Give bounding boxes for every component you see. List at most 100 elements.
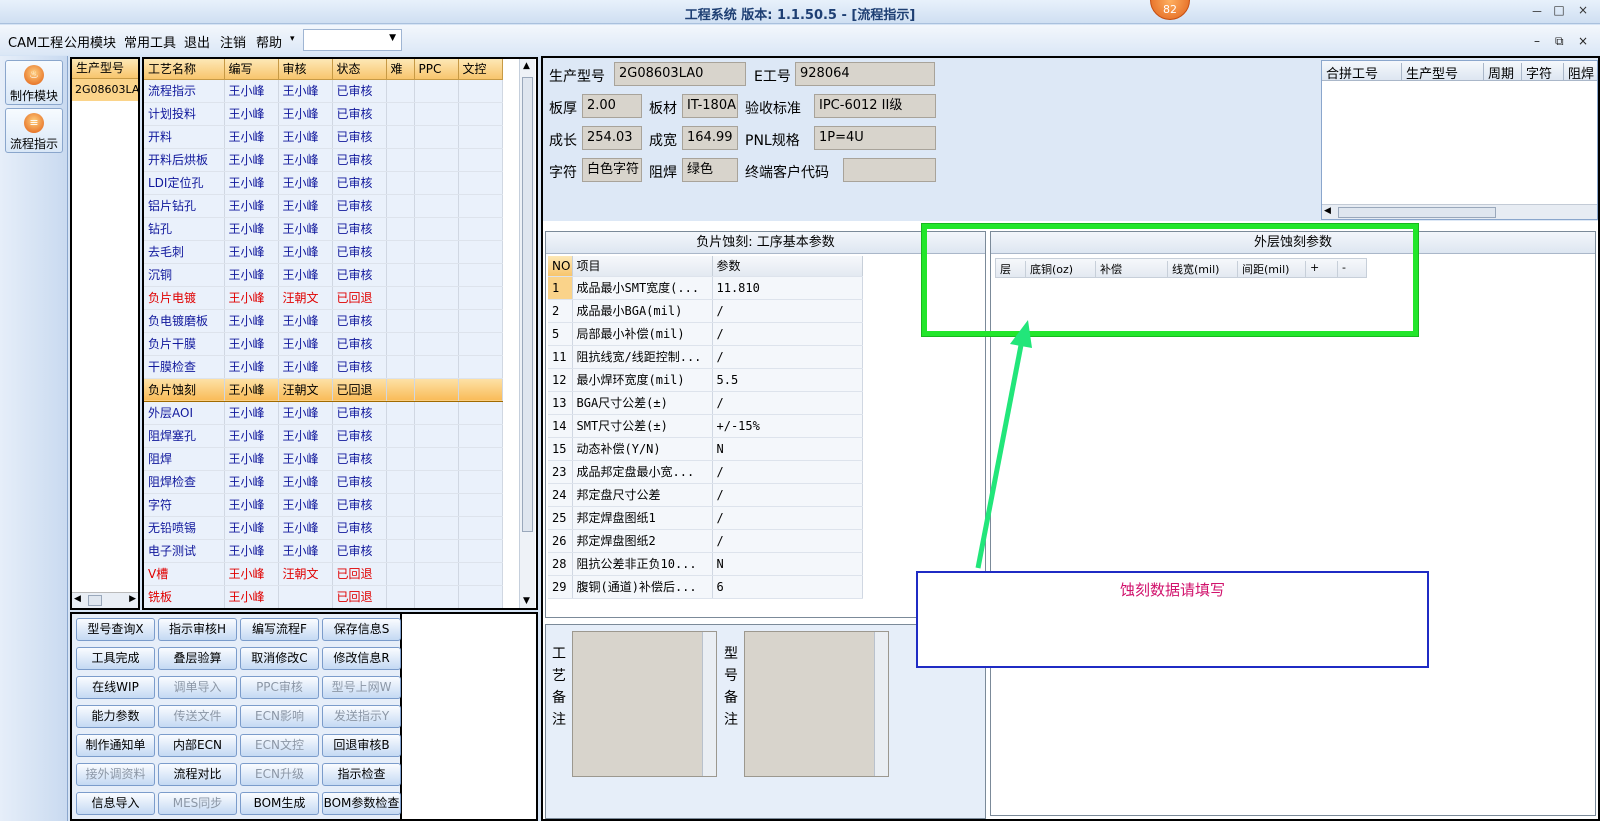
table-cell[interactable]: 1 bbox=[548, 276, 573, 300]
function-button[interactable]: ECN升级 bbox=[240, 763, 319, 786]
param-row[interactable]: 23 成品邦定盘最小宽... / bbox=[548, 460, 863, 484]
column-header[interactable]: NO bbox=[548, 256, 573, 277]
table-cell[interactable]: 12 bbox=[548, 368, 573, 392]
table-cell[interactable] bbox=[414, 332, 459, 356]
process-note-textarea[interactable] bbox=[572, 631, 717, 777]
table-cell[interactable] bbox=[386, 309, 415, 333]
table-cell[interactable]: 阻抗公差非正负10... bbox=[572, 552, 713, 576]
table-cell[interactable]: 王小峰 bbox=[224, 401, 279, 425]
table-cell[interactable]: 开料后烘板 bbox=[144, 148, 225, 172]
process-row[interactable]: 铣板 王小峰 已回退 bbox=[144, 585, 503, 608]
table-cell[interactable] bbox=[458, 539, 503, 563]
sidebar-item-make-module[interactable]: ♨ 制作模块 bbox=[5, 60, 63, 105]
table-cell[interactable]: 邦定焊盘图纸2 bbox=[572, 529, 713, 553]
table-cell[interactable]: 汪朝文 bbox=[278, 286, 333, 310]
thickness-field[interactable]: 2.00 bbox=[582, 94, 642, 118]
function-button[interactable]: 修改信息R bbox=[322, 647, 401, 670]
function-button[interactable]: 型号上网W bbox=[322, 676, 401, 699]
table-cell[interactable] bbox=[386, 585, 415, 608]
table-cell[interactable]: 腹铜(通道)补偿后... bbox=[572, 575, 713, 599]
table-cell[interactable]: 王小峰 bbox=[224, 539, 279, 563]
menu-dropdown-arrow-icon[interactable]: ▾ bbox=[290, 34, 295, 44]
function-button[interactable]: 叠层验算 bbox=[158, 647, 237, 670]
table-cell[interactable] bbox=[458, 562, 503, 586]
process-row[interactable]: 阻焊 王小峰 王小峰 已审核 bbox=[144, 447, 503, 471]
function-button[interactable]: 型号查询X bbox=[76, 618, 155, 641]
table-cell[interactable]: 王小峰 bbox=[278, 102, 333, 126]
table-cell[interactable]: 已审核 bbox=[332, 401, 387, 425]
table-cell[interactable]: N bbox=[712, 437, 863, 461]
table-cell[interactable] bbox=[458, 240, 503, 264]
table-cell[interactable]: 王小峰 bbox=[224, 309, 279, 333]
process-row[interactable]: 阻焊塞孔 王小峰 王小峰 已审核 bbox=[144, 424, 503, 448]
table-cell[interactable]: 铣板 bbox=[144, 585, 225, 608]
table-cell[interactable] bbox=[414, 539, 459, 563]
function-button[interactable]: 信息导入 bbox=[76, 792, 155, 815]
table-cell[interactable] bbox=[414, 401, 459, 425]
table-cell[interactable]: 已审核 bbox=[332, 424, 387, 448]
table-cell[interactable]: 已审核 bbox=[332, 332, 387, 356]
function-button[interactable]: 传送文件 bbox=[158, 705, 237, 728]
table-cell[interactable] bbox=[414, 148, 459, 172]
table-cell[interactable] bbox=[386, 240, 415, 264]
table-cell[interactable]: 无铅喷锡 bbox=[144, 516, 225, 540]
table-cell[interactable] bbox=[414, 447, 459, 471]
table-cell[interactable]: 王小峰 bbox=[278, 171, 333, 195]
table-cell[interactable]: / bbox=[712, 345, 863, 369]
table-cell[interactable]: 11 bbox=[548, 345, 573, 369]
table-cell[interactable]: 沉铜 bbox=[144, 263, 225, 287]
column-header[interactable]: 周期 bbox=[1484, 63, 1522, 82]
table-cell[interactable]: 王小峰 bbox=[278, 355, 333, 379]
table-cell[interactable] bbox=[414, 309, 459, 333]
table-cell[interactable] bbox=[386, 493, 415, 517]
column-header[interactable]: 生产型号 bbox=[1402, 63, 1484, 82]
function-button[interactable]: 制作通知单 bbox=[76, 734, 155, 757]
material-field[interactable]: IT-180A bbox=[682, 94, 738, 118]
table-cell[interactable]: 动态补偿(Y/N) bbox=[572, 437, 713, 461]
table-cell[interactable]: 已审核 bbox=[332, 217, 387, 241]
table-cell[interactable]: 电子测试 bbox=[144, 539, 225, 563]
table-cell[interactable] bbox=[458, 493, 503, 517]
table-cell[interactable]: 王小峰 bbox=[224, 102, 279, 126]
table-cell[interactable]: 负片干膜 bbox=[144, 332, 225, 356]
combo-table-hscrollbar[interactable]: ◀ bbox=[1322, 204, 1597, 219]
table-cell[interactable] bbox=[458, 148, 503, 172]
table-cell[interactable]: 王小峰 bbox=[224, 562, 279, 586]
table-cell[interactable]: LDI定位孔 bbox=[144, 171, 225, 195]
table-cell[interactable]: 阻焊塞孔 bbox=[144, 424, 225, 448]
param-row[interactable]: 12 最小焊环宽度(mil) 5.5 bbox=[548, 368, 863, 392]
table-cell[interactable] bbox=[386, 332, 415, 356]
param-row[interactable]: 24 邦定盘尺寸公差 / bbox=[548, 483, 863, 507]
param-row[interactable]: 15 动态补偿(Y/N) N bbox=[548, 437, 863, 461]
function-button[interactable]: 在线WIP bbox=[76, 676, 155, 699]
table-cell[interactable] bbox=[458, 516, 503, 540]
table-cell[interactable] bbox=[458, 332, 503, 356]
table-cell[interactable]: SMT尺寸公差(±) bbox=[572, 414, 713, 438]
table-cell[interactable]: 王小峰 bbox=[224, 332, 279, 356]
table-cell[interactable]: 汪朝文 bbox=[278, 562, 333, 586]
table-cell[interactable]: 已回退 bbox=[332, 377, 387, 402]
note-scrollbar[interactable] bbox=[874, 632, 888, 776]
table-cell[interactable] bbox=[386, 562, 415, 586]
table-cell[interactable] bbox=[386, 377, 415, 402]
function-button[interactable]: 工具完成 bbox=[76, 647, 155, 670]
table-cell[interactable]: 26 bbox=[548, 529, 573, 553]
table-cell[interactable] bbox=[278, 585, 333, 608]
column-header[interactable]: 项目 bbox=[572, 256, 713, 277]
table-cell[interactable]: 负片蚀刻 bbox=[144, 377, 225, 402]
param-row[interactable]: 29 腹铜(通道)补偿后... 6 bbox=[548, 575, 863, 599]
table-cell[interactable]: 已审核 bbox=[332, 516, 387, 540]
table-cell[interactable]: 王小峰 bbox=[224, 447, 279, 471]
table-cell[interactable] bbox=[458, 355, 503, 379]
table-cell[interactable] bbox=[458, 125, 503, 149]
process-row[interactable]: 钻孔 王小峰 王小峰 已审核 bbox=[144, 217, 503, 241]
table-cell[interactable]: 25 bbox=[548, 506, 573, 530]
table-cell[interactable]: 已审核 bbox=[332, 102, 387, 126]
table-cell[interactable] bbox=[458, 102, 503, 126]
mdi-restore-button[interactable]: ⧉ bbox=[1555, 34, 1564, 49]
table-cell[interactable] bbox=[386, 355, 415, 379]
table-cell[interactable]: / bbox=[712, 529, 863, 553]
table-cell[interactable]: 成品最小SMT宽度(... bbox=[572, 276, 713, 300]
chevron-down-icon[interactable]: ▼ bbox=[389, 33, 396, 43]
table-cell[interactable] bbox=[386, 125, 415, 149]
